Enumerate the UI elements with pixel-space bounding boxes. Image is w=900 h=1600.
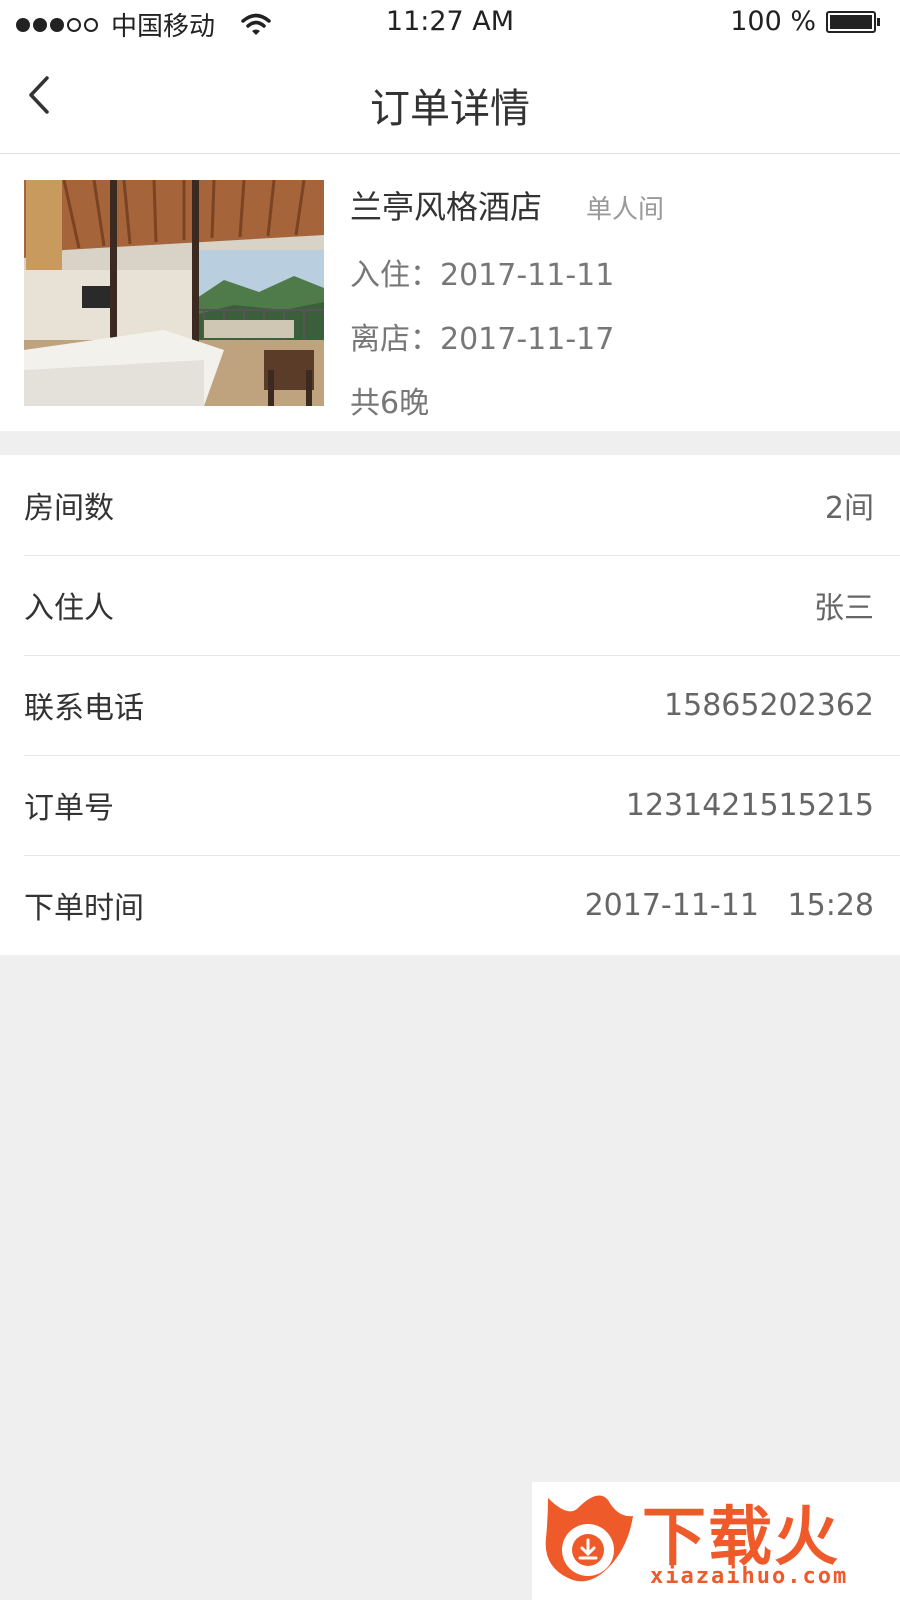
watermark-url: xiazaihuo.com [650,1564,849,1589]
detail-label: 房间数 [24,491,114,526]
order-details-list: 房间数 2间 入住人 张三 联系电话 15865202362 订单号 12314… [0,455,900,955]
checkout-date: 离店：2017-11-17 [350,322,615,357]
status-bar: 中国移动 11:27 AM 100 % [0,0,900,46]
detail-row-order-time: 下单时间 2017-11-11 15:28 [0,855,900,955]
detail-label: 下单时间 [24,891,144,926]
hotel-card: 兰亭风格酒店 单人间 入住：2017-11-11 离店：2017-11-17 共… [0,154,900,431]
detail-row-phone: 联系电话 15865202362 [0,655,900,755]
hotel-name: 兰亭风格酒店 [350,188,543,226]
watermark: 下载火 xiazaihuo.com [532,1482,900,1600]
page-title: 订单详情 [370,86,530,132]
battery-percentage: 100 % [730,6,816,37]
detail-row-order-number: 订单号 1231421515215 [0,755,900,855]
detail-value: 2间 [824,491,874,526]
hotel-room-photo [24,180,324,406]
hotel-info: 兰亭风格酒店 单人间 入住：2017-11-11 离店：2017-11-17 共… [350,182,664,422]
detail-value: 1231421515215 [625,787,874,823]
detail-value: 张三 [814,591,874,626]
flame-logo-icon [538,1488,638,1600]
room-type: 单人间 [586,195,665,225]
checkin-date: 入住：2017-11-11 [350,258,615,293]
status-right: 100 % [730,6,880,37]
nights-count: 共6晚 [350,386,430,421]
detail-label: 联系电话 [24,691,144,726]
detail-label: 入住人 [24,591,114,626]
hotel-title-line: 兰亭风格酒店 单人间 [350,182,664,228]
detail-label: 订单号 [24,791,114,826]
nav-bar: 订单详情 [0,46,900,154]
battery-icon [826,10,880,33]
detail-value: 15865202362 [664,687,874,723]
detail-row-rooms: 房间数 2间 [0,455,900,555]
detail-row-guest: 入住人 张三 [0,555,900,655]
detail-value: 2017-11-11 15:28 [584,887,874,923]
